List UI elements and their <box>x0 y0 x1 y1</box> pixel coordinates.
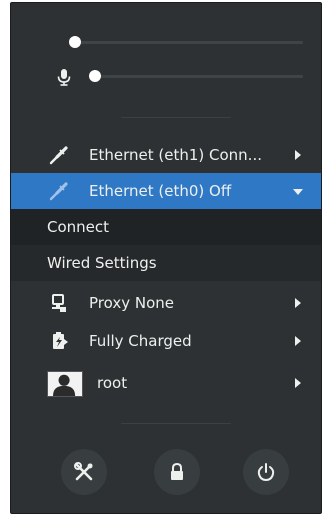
microphone-slider-track[interactable] <box>95 75 303 78</box>
microphone-slider-knob[interactable] <box>89 70 101 82</box>
ethernet-eth0-submenu: Connect Wired Settings <box>11 209 321 281</box>
power-button[interactable] <box>243 449 289 495</box>
menu-item-battery[interactable]: Fully Charged <box>11 323 321 359</box>
chevron-right-icon <box>295 150 301 160</box>
ethernet-eth0-label: Ethernet (eth0) Off <box>89 182 232 200</box>
volume-slider-track[interactable] <box>71 41 303 44</box>
system-menu: Ethernet (eth1) Conn... Ethernet (eth0) … <box>10 2 322 514</box>
user-icon <box>53 374 76 396</box>
battery-charging-icon <box>53 332 68 349</box>
lock-icon <box>171 462 183 480</box>
menu-item-ethernet-eth1[interactable]: Ethernet (eth1) Conn... <box>11 137 321 173</box>
user-label: root <box>97 374 128 392</box>
chevron-right-icon <box>295 378 301 388</box>
connect-label: Connect <box>47 218 110 236</box>
microphone-icon <box>57 69 71 86</box>
submenu-item-wired-settings[interactable]: Wired Settings <box>11 245 321 281</box>
separator <box>121 117 231 118</box>
menu-item-user[interactable]: root <box>11 365 321 401</box>
submenu-item-connect[interactable]: Connect <box>11 209 321 245</box>
wired-settings-label: Wired Settings <box>47 254 157 272</box>
separator <box>121 423 231 424</box>
proxy-icon <box>52 294 66 312</box>
volume-slider-knob[interactable] <box>69 36 81 48</box>
volume-slider[interactable] <box>11 31 321 55</box>
battery-label: Fully Charged <box>89 332 192 350</box>
ethernet-eth1-label: Ethernet (eth1) Conn... <box>89 146 262 164</box>
settings-icon <box>74 462 93 481</box>
chevron-right-icon <box>295 336 301 346</box>
avatar <box>47 371 83 397</box>
microphone-slider[interactable] <box>11 65 321 89</box>
power-icon <box>257 463 275 482</box>
menu-item-ethernet-eth0[interactable]: Ethernet (eth0) Off <box>11 173 321 209</box>
settings-button[interactable] <box>61 449 107 495</box>
menu-item-proxy[interactable]: Proxy None <box>11 285 321 321</box>
chevron-down-icon <box>293 189 303 195</box>
lock-button[interactable] <box>154 449 200 495</box>
chevron-right-icon <box>295 298 301 308</box>
network-wired-icon <box>49 146 68 165</box>
network-wired-disconnected-icon <box>49 182 68 201</box>
proxy-label: Proxy None <box>89 294 174 312</box>
